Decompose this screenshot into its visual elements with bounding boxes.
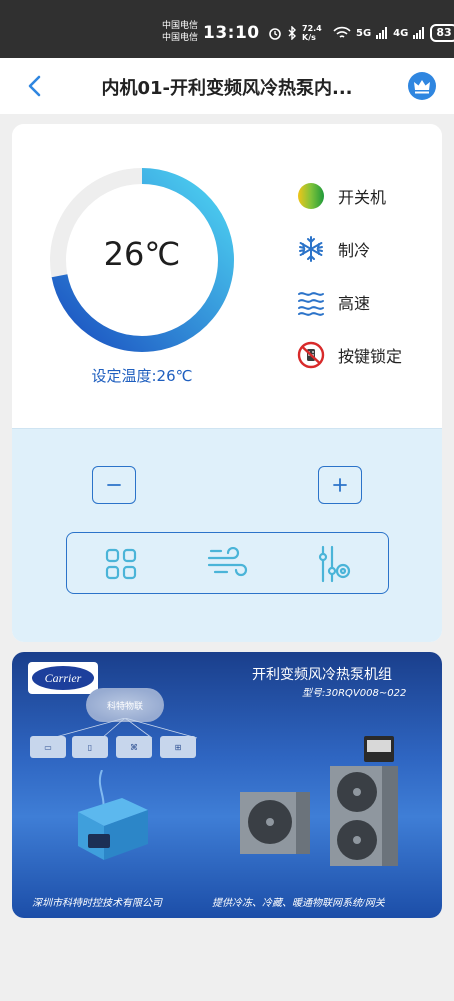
wifi-icon [333, 26, 351, 38]
net-speed: 72.4 K/s [302, 24, 322, 42]
mode-button[interactable] [100, 543, 142, 585]
status-fan-label: 高速 [338, 294, 371, 313]
increase-temp-button[interactable] [318, 466, 362, 504]
banner-company: 深圳市科特时控技术有限公司 [32, 898, 162, 909]
net-5g: 5G [356, 27, 372, 39]
wind-icon [207, 547, 248, 577]
setpoint-label: 设定温度:26℃ [91, 367, 193, 385]
bluetooth-icon [288, 26, 296, 40]
product-banner[interactable]: Carrier 开利变频风冷热泵机组 型号:30RQV008~022 科特物联 … [12, 652, 442, 918]
status-bar: 中国电信 中国电信 13:10 72.4 K/s 5G 4G 83 [0, 0, 454, 58]
page-title: 内机01-开利变频风冷热泵内... [101, 78, 353, 99]
net-4g: 4G [393, 27, 409, 39]
heat-pump-units-illustration [240, 736, 398, 866]
fan-speed-button[interactable] [207, 543, 249, 585]
fan-speed-waves-icon [296, 287, 326, 317]
carrier-logo: Carrier [28, 662, 98, 694]
device-tablet: ▯ [72, 736, 108, 758]
settings-sliders-icon [318, 545, 351, 583]
thermostat-card: 26℃ 设定温度:26℃ 开关机 制冷 高速 按键锁定 [12, 124, 442, 642]
vip-button[interactable] [408, 72, 436, 100]
back-button[interactable] [22, 72, 50, 100]
current-temperature: 26℃ [103, 235, 181, 273]
status-lock-label: 按键锁定 [338, 347, 403, 366]
carrier-1: 中国电信 [162, 21, 199, 31]
iot-cloud: 科特物联 [86, 688, 164, 722]
device-pc: ▭ [30, 736, 66, 758]
minus-icon [107, 484, 121, 486]
mode-grid-icon [105, 548, 137, 580]
function-bar [66, 532, 389, 594]
key-lock-icon [296, 340, 326, 370]
decrease-temp-button[interactable] [92, 466, 136, 504]
device-ios: ⌘ [116, 736, 152, 758]
banner-title: 开利变频风冷热泵机组 [252, 668, 392, 683]
status-lock: 按键锁定 [296, 339, 402, 371]
settings-button[interactable] [313, 543, 355, 585]
crown-icon [414, 80, 430, 94]
plus-icon [333, 478, 347, 492]
status-power-label: 开关机 [338, 188, 387, 207]
thermostat-display: 26℃ 设定温度:26℃ 开关机 制冷 高速 按键锁定 [12, 124, 442, 428]
signal-icon-2 [413, 27, 425, 39]
status-mode-label: 制冷 [338, 241, 371, 260]
signal-icon [376, 27, 388, 39]
snowflake-icon [296, 234, 326, 264]
carrier-info: 中国电信 中国电信 [162, 20, 198, 44]
carrier-2: 中国电信 [162, 33, 199, 43]
power-status-icon [296, 181, 326, 211]
status-fan: 高速 [296, 286, 370, 318]
alarm-icon [269, 28, 281, 40]
status-mode: 制冷 [296, 233, 370, 265]
banner-slogan: 提供冷冻、冷藏、暖通物联网系统/网关 [212, 898, 385, 909]
brand-name: Carrier [32, 666, 94, 690]
banner-model: 型号:30RQV008~022 [302, 688, 407, 699]
status-power: 开关机 [296, 180, 386, 212]
clock: 13:10 [203, 23, 260, 43]
gateway-device-illustration [78, 770, 148, 860]
chevron-left-icon [28, 75, 41, 97]
status-icons: 72.4 K/s 5G 4G 83 [268, 22, 454, 44]
device-windows: ⊞ [160, 736, 196, 758]
title-bar: 内机01-开利变频风冷热泵内... [0, 58, 454, 114]
battery-indicator: 83 [430, 24, 454, 42]
